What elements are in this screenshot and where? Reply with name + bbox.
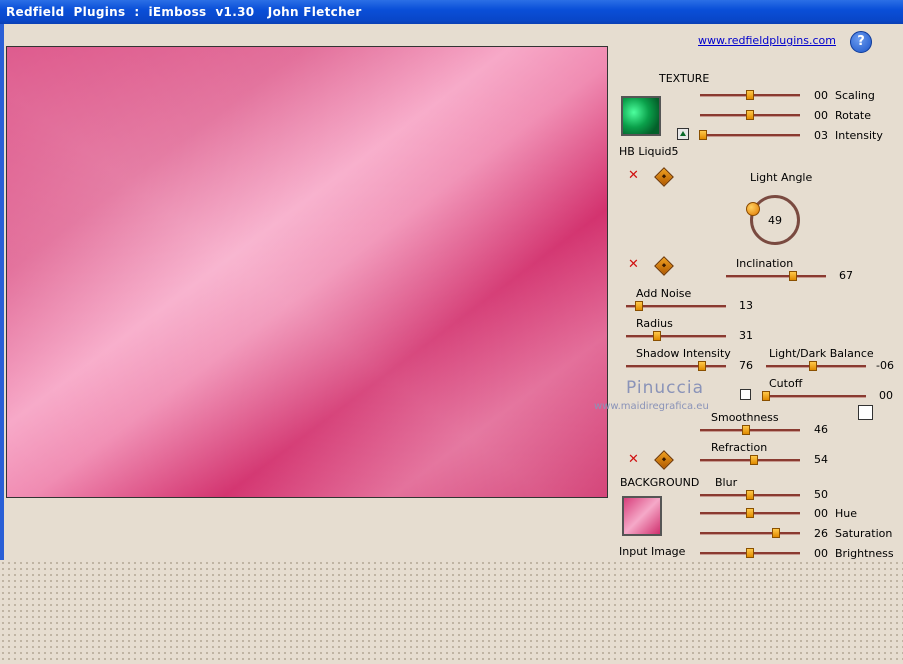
add-noise-value: 13 xyxy=(739,299,753,312)
inclination-slider[interactable] xyxy=(726,271,826,281)
smoothness-slider[interactable] xyxy=(700,425,800,435)
texture-name: HB Liquid5 xyxy=(619,145,679,158)
texture-section-label: TEXTURE xyxy=(659,72,710,85)
reset-x-icon[interactable]: ✕ xyxy=(628,257,639,272)
reset-x-icon[interactable]: ✕ xyxy=(628,452,639,467)
saturation-slider[interactable] xyxy=(700,528,800,538)
refraction-label: Refraction xyxy=(711,441,768,454)
light-angle-label: Light Angle xyxy=(750,171,813,184)
rotate-label: Rotate xyxy=(835,109,872,122)
saturation-value: 26 xyxy=(814,527,828,540)
window-title: Redfield Plugins : iEmboss v1.30 John Fl… xyxy=(6,5,362,19)
cutoff-slider[interactable] xyxy=(762,391,866,401)
shadow-intensity-label: Shadow Intensity xyxy=(636,347,731,360)
reset-x-icon[interactable]: ✕ xyxy=(628,168,639,183)
add-noise-slider[interactable] xyxy=(626,301,726,311)
help-icon[interactable]: ? xyxy=(850,31,872,53)
intensity-slider[interactable] xyxy=(699,130,800,140)
cutoff-value: 00 xyxy=(879,389,893,402)
watermark-site: www.maidiregrafica.eu xyxy=(594,401,709,412)
inclination-label: Inclination xyxy=(736,257,794,270)
brightness-slider[interactable] xyxy=(700,548,800,558)
light-angle-dial[interactable]: 49 xyxy=(746,195,800,245)
light-dark-balance-value: -06 xyxy=(876,359,894,372)
shadow-intensity-value: 76 xyxy=(739,359,753,372)
rotate-value: 00 xyxy=(814,109,828,122)
hue-slider[interactable] xyxy=(700,508,800,518)
saturation-label: Saturation xyxy=(835,527,893,540)
radius-value: 31 xyxy=(739,329,753,342)
background-section-label: BACKGROUND xyxy=(620,476,700,489)
scaling-value: 00 xyxy=(814,89,828,102)
scaling-label: Scaling xyxy=(835,89,875,102)
shadow-intensity-slider[interactable] xyxy=(626,361,726,371)
watermark-name: Pinuccia xyxy=(626,378,704,398)
preview-area[interactable] xyxy=(6,46,608,498)
background-name: Input Image xyxy=(619,545,686,558)
rotate-slider[interactable] xyxy=(700,110,800,120)
intensity-label: Intensity xyxy=(835,129,883,142)
radius-label: Radius xyxy=(636,317,673,330)
brightness-value: 00 xyxy=(814,547,828,560)
title-bar: Redfield Plugins : iEmboss v1.30 John Fl… xyxy=(0,0,903,24)
desktop-background xyxy=(0,560,903,664)
smoothness-label: Smoothness xyxy=(711,411,779,424)
hue-label: Hue xyxy=(835,507,858,520)
inclination-value: 67 xyxy=(839,269,853,282)
light-dark-balance-slider[interactable] xyxy=(766,361,866,371)
add-noise-label: Add Noise xyxy=(636,287,692,300)
scaling-slider[interactable] xyxy=(700,90,800,100)
blur-slider[interactable] xyxy=(700,490,800,500)
preview-image xyxy=(7,47,607,497)
brightness-label: Brightness xyxy=(835,547,894,560)
redfield-link[interactable]: www.redfieldplugins.com xyxy=(698,34,836,47)
cutoff-label: Cutoff xyxy=(769,377,803,390)
invert-icon[interactable] xyxy=(677,128,689,140)
blur-label: Blur xyxy=(715,476,738,489)
hue-value: 00 xyxy=(814,507,828,520)
background-thumbnail[interactable] xyxy=(622,496,662,536)
light-angle-value: 49 xyxy=(768,214,782,227)
refraction-value: 54 xyxy=(814,453,828,466)
radius-slider[interactable] xyxy=(626,331,726,341)
refraction-slider[interactable] xyxy=(700,455,800,465)
intensity-value: 03 xyxy=(814,129,828,142)
light-dark-balance-label: Light/Dark Balance xyxy=(769,347,874,360)
blur-value: 50 xyxy=(814,488,828,501)
option-checkbox[interactable] xyxy=(858,405,873,420)
cutoff-checkbox[interactable] xyxy=(740,389,751,400)
smoothness-value: 46 xyxy=(814,423,828,436)
texture-thumbnail[interactable] xyxy=(621,96,661,136)
